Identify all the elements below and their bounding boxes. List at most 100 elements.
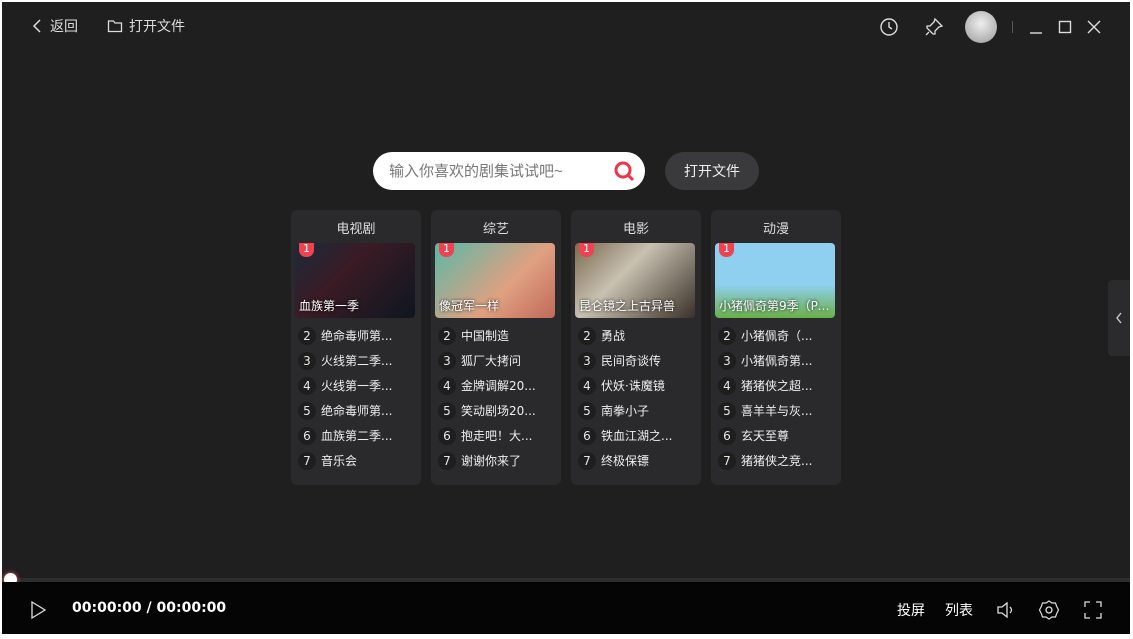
item-title: 勇战 [601, 327, 625, 344]
chevron-left-icon [30, 18, 44, 34]
rank-number: 5 [438, 402, 456, 420]
item-title: 猪猪侠之竞... [741, 452, 812, 469]
top-item-thumbnail[interactable]: 1 像冠军一样 [435, 243, 555, 318]
list-item[interactable]: 6玄天至尊 [711, 423, 841, 448]
rank-badge: 1 [299, 243, 314, 257]
item-title: 小猪佩奇（... [741, 327, 812, 344]
open-file-label: 打开文件 [129, 16, 185, 36]
search-icon[interactable] [613, 160, 635, 182]
list-item[interactable]: 3小猪佩奇第... [711, 348, 841, 373]
category-title[interactable]: 电视剧 [291, 218, 421, 237]
top-item-title: 血族第一季 [299, 297, 411, 314]
list-item[interactable]: 5喜羊羊与灰... [711, 398, 841, 423]
rank-number: 7 [298, 452, 316, 470]
rank-number: 6 [298, 427, 316, 445]
title-bar: 返回 打开文件 [2, 2, 1130, 52]
rank-number: 5 [298, 402, 316, 420]
list-item[interactable]: 4 猪猪侠之超... [711, 373, 841, 398]
category-title[interactable]: 动漫 [711, 218, 841, 237]
category-card: 电影 1 昆仑镜之上古异兽 2 勇战 3民间奇谈传4伏妖·诛魔镜 5 南拳小子 6 铁血江湖… [571, 210, 701, 485]
user-avatar[interactable] [965, 11, 997, 43]
list-item[interactable]: 2 勇战 [571, 323, 701, 348]
item-title: 血族第二季... [321, 427, 392, 444]
item-title: 火线第二季... [321, 352, 392, 369]
list-item[interactable]: 5笑动剧场20... [431, 398, 561, 423]
item-title: 喜羊羊与灰... [741, 402, 812, 419]
item-title: 猪猪侠之超... [741, 377, 812, 394]
cast-button[interactable]: 投屏 [897, 600, 925, 620]
list-item[interactable]: 2 小猪佩奇（... [711, 323, 841, 348]
back-button[interactable]: 返回 [30, 16, 78, 36]
item-title: 铁血江湖之... [601, 427, 672, 444]
time-display: 00:00:00 / 00:00:00 [72, 600, 226, 616]
item-title: 小猪佩奇第... [741, 352, 812, 369]
rank-number: 2 [298, 327, 316, 345]
list-item[interactable]: 3 火线第二季... [291, 348, 421, 373]
rank-number: 7 [438, 452, 456, 470]
list-item[interactable]: 2中国制造 [431, 323, 561, 348]
list-item[interactable]: 7音乐会 [291, 448, 421, 473]
top-item-thumbnail[interactable]: 1 血族第一季 [295, 243, 415, 318]
list-item[interactable]: 4伏妖·诛魔镜 [571, 373, 701, 398]
search-input[interactable] [389, 163, 599, 180]
rank-number: 6 [718, 427, 736, 445]
rank-number: 2 [718, 327, 736, 345]
item-title: 抱走吧！大... [461, 427, 532, 444]
play-icon[interactable] [30, 600, 48, 620]
history-clock-icon[interactable] [878, 16, 900, 38]
list-item[interactable]: 6 铁血江湖之... [571, 423, 701, 448]
category-title[interactable]: 电影 [571, 218, 701, 237]
rank-number: 4 [718, 377, 736, 395]
rank-number: 3 [298, 352, 316, 370]
list-item[interactable]: 2 绝命毒师第... [291, 323, 421, 348]
item-title: 伏妖·诛魔镜 [601, 377, 665, 394]
open-file-link[interactable]: 打开文件 [107, 16, 185, 36]
open-file-button[interactable]: 打开文件 [665, 152, 759, 190]
list-item[interactable]: 6 血族第二季... [291, 423, 421, 448]
minimize-icon[interactable] [1025, 16, 1047, 38]
close-icon[interactable] [1083, 16, 1105, 38]
item-title: 南拳小子 [601, 402, 649, 419]
fullscreen-icon[interactable] [1082, 599, 1104, 621]
top-item-thumbnail[interactable]: 1 小猪佩奇第9季（Pe... [715, 243, 835, 318]
playlist-button[interactable]: 列表 [945, 600, 973, 620]
divider [1012, 21, 1013, 33]
list-item[interactable]: 4 火线第一季... [291, 373, 421, 398]
rank-badge: 1 [439, 243, 454, 257]
rank-number: 2 [578, 327, 596, 345]
rank-number: 6 [578, 427, 596, 445]
list-item[interactable]: 7 猪猪侠之竞... [711, 448, 841, 473]
rank-number: 3 [578, 352, 596, 370]
settings-gear-icon[interactable] [1038, 599, 1060, 621]
item-title: 绝命毒师第... [321, 327, 392, 344]
pin-icon[interactable] [923, 16, 945, 38]
side-panel-toggle[interactable] [1108, 280, 1130, 356]
list-item[interactable]: 7谢谢你来了 [431, 448, 561, 473]
search-box [373, 152, 645, 190]
rank-number: 7 [578, 452, 596, 470]
list-item[interactable]: 5 南拳小子 [571, 398, 701, 423]
list-item[interactable]: 7终极保镖 [571, 448, 701, 473]
item-title: 火线第一季... [321, 377, 392, 394]
list-item[interactable]: 4金牌调解20... [431, 373, 561, 398]
rank-number: 6 [438, 427, 456, 445]
rank-number: 4 [298, 377, 316, 395]
volume-icon[interactable] [995, 599, 1017, 621]
top-item-title: 像冠军一样 [439, 297, 551, 314]
item-title: 绝命毒师第... [321, 402, 392, 419]
list-item[interactable]: 5 绝命毒师第... [291, 398, 421, 423]
rank-number: 5 [578, 402, 596, 420]
category-card: 动漫 1 小猪佩奇第9季（Pe... 2 小猪佩奇（... 3小猪佩奇第... 4 猪猪… [711, 210, 841, 485]
list-item[interactable]: 6 抱走吧！大... [431, 423, 561, 448]
list-item[interactable]: 3民间奇谈传 [571, 348, 701, 373]
list-item[interactable]: 3狐厂大拷问 [431, 348, 561, 373]
category-card: 电视剧 1 血族第一季 2 绝命毒师第... 3 火线第二季... 4 火线第一季... 5… [291, 210, 421, 485]
back-label: 返回 [50, 16, 78, 36]
top-item-title: 昆仑镜之上古异兽 [579, 297, 691, 314]
player-window: 返回 打开文件 打开文件 电视剧 1 血族第一季 2 绝命毒师第... 3 火线第二季… [2, 2, 1130, 634]
rank-number: 7 [718, 452, 736, 470]
top-item-thumbnail[interactable]: 1 昆仑镜之上古异兽 [575, 243, 695, 318]
item-title: 金牌调解20... [461, 377, 536, 394]
maximize-icon[interactable] [1054, 16, 1076, 38]
category-title[interactable]: 综艺 [431, 218, 561, 237]
